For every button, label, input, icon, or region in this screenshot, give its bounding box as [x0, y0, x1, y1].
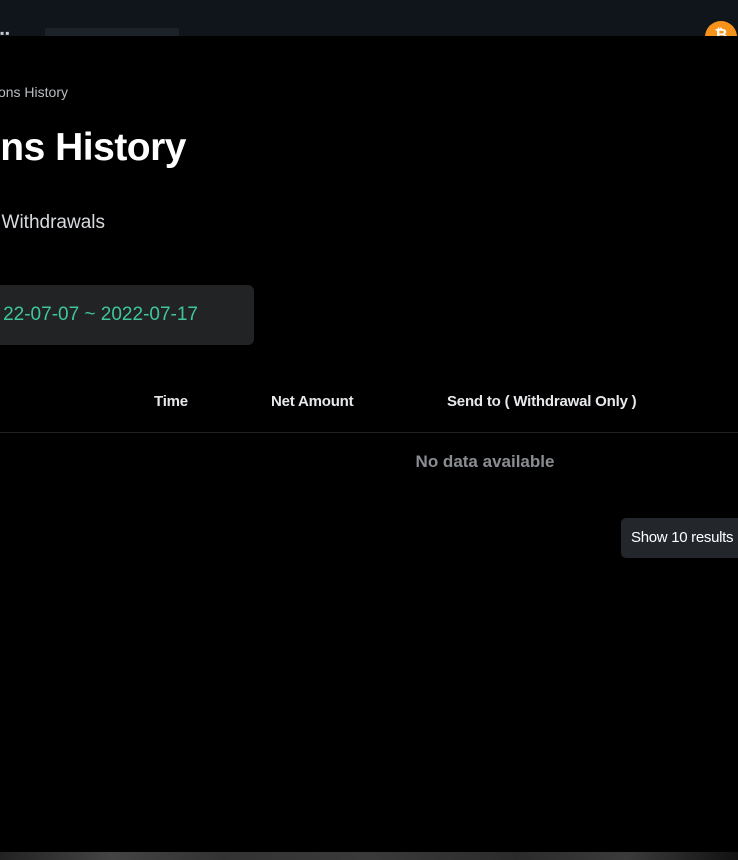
date-range-value[interactable]: 22-07-07 ~ 2022-07-17: [3, 304, 198, 326]
results-per-page-label: Show 10 results p: [631, 529, 738, 546]
background-bottom-strip: [0, 852, 738, 860]
column-header-send-to: Send to ( Withdrawal Only ): [447, 393, 637, 410]
column-header-time: Time: [154, 393, 188, 410]
transactions-history-panel: ons History ons History Withdrawals 22-0…: [0, 36, 738, 852]
table-header-divider: [0, 432, 738, 433]
page-title: ons History: [0, 126, 187, 169]
tab-withdrawals[interactable]: Withdrawals: [2, 212, 105, 234]
results-per-page-select[interactable]: Show 10 results p: [621, 518, 738, 558]
page: ▪▪ ₿ ons History ons History Withdrawals…: [0, 0, 738, 860]
breadcrumb: ons History: [0, 84, 68, 100]
empty-table-message: No data available: [415, 452, 555, 471]
background-top-bar: ▪▪ ₿: [0, 0, 738, 53]
column-header-net-amount: Net Amount: [271, 393, 354, 410]
